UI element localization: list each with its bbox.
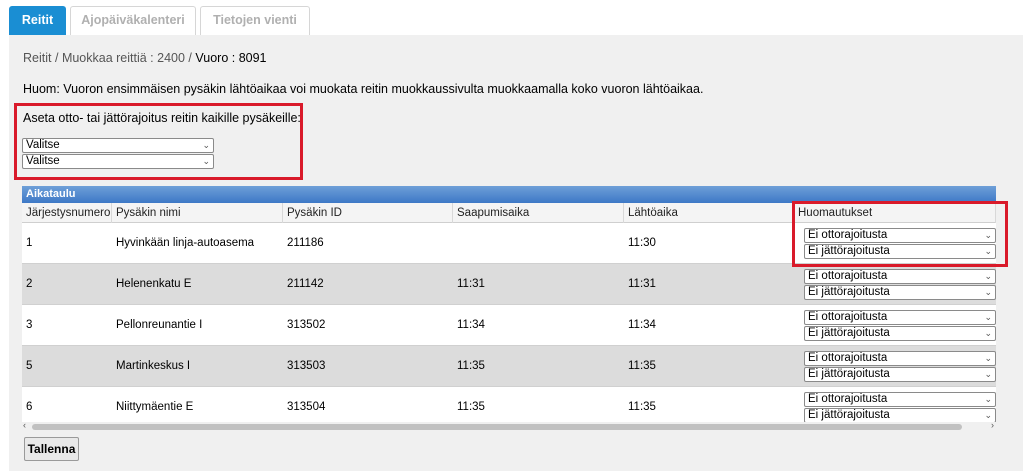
pickup-select[interactable]: Ei ottorajoitusta ⌄	[804, 269, 996, 284]
dropoff-select[interactable]: Ei jättörajoitusta ⌄	[804, 285, 996, 300]
chevron-right-icon[interactable]: ›	[991, 420, 994, 430]
table-row: 3 Pellonreunantie I 313502 11:34 11:34 E…	[22, 305, 996, 346]
cell-departure: 11:35	[628, 360, 656, 372]
header-stop-id[interactable]: Pysäkin ID	[283, 203, 453, 223]
chevron-down-icon: ⌄	[984, 394, 992, 404]
save-button[interactable]: Tallenna	[24, 437, 79, 461]
pickup-select[interactable]: Ei ottorajoitusta ⌄	[804, 310, 996, 325]
chevron-down-icon: ⌄	[984, 369, 992, 379]
cell-arrival	[453, 223, 624, 264]
select-value: Valitse	[26, 139, 60, 151]
cell-departure: 11:34	[628, 319, 656, 331]
chevron-down-icon: ⌄	[984, 271, 992, 281]
header-arrival[interactable]: Saapumisaika	[453, 203, 624, 223]
breadcrumb-separator: /	[188, 51, 192, 65]
chevron-down-icon: ⌄	[984, 353, 992, 363]
dropoff-restriction-select[interactable]: Valitse ⌄	[22, 154, 214, 169]
cell-sequence: 2	[26, 278, 33, 290]
cell-departure: 11:30	[628, 237, 656, 249]
cell-arrival: 11:35	[457, 360, 485, 372]
chevron-down-icon: ⌄	[984, 287, 992, 297]
cell-stop-name: Martinkeskus I	[116, 360, 191, 372]
cell-stop-name: Hyvinkään linja-autoasema	[116, 237, 255, 249]
cell-departure: 11:31	[628, 278, 656, 290]
select-value: Ei jättörajoitusta	[808, 409, 890, 421]
select-value: Ei ottorajoitusta	[808, 270, 888, 282]
cell-sequence: 5	[26, 360, 33, 372]
select-value: Ei ottorajoitusta	[808, 393, 888, 405]
table-row: 5 Martinkeskus I 313503 11:35 11:35 Ei o…	[22, 346, 996, 387]
select-value: Ei jättörajoitusta	[808, 368, 890, 380]
cell-sequence: 6	[26, 401, 33, 413]
pickup-select[interactable]: Ei ottorajoitusta ⌄	[804, 351, 996, 366]
header-stop-name[interactable]: Pysäkin nimi	[112, 203, 283, 223]
breadcrumb-separator: /	[54, 51, 59, 65]
highlight-box-remarks	[792, 201, 1008, 267]
scrollbar-thumb[interactable]	[32, 424, 962, 430]
dropoff-select[interactable]: Ei jättörajoitusta ⌄	[804, 408, 996, 422]
select-value: Valitse	[26, 155, 60, 167]
cell-arrival: 11:35	[457, 401, 485, 413]
dropoff-select[interactable]: Ei jättörajoitusta ⌄	[804, 367, 996, 382]
cell-sequence: 3	[26, 319, 33, 331]
chevron-down-icon: ⌄	[202, 156, 210, 166]
select-value: Ei ottorajoitusta	[808, 311, 888, 323]
cell-departure: 11:35	[628, 401, 656, 413]
table-row: 6 Niittymäentie E 313504 11:35 11:35 Ei …	[22, 387, 996, 422]
pickup-select[interactable]: Ei ottorajoitusta ⌄	[804, 392, 996, 407]
pickup-restriction-select[interactable]: Valitse ⌄	[22, 138, 214, 153]
chevron-down-icon: ⌄	[202, 140, 210, 150]
breadcrumb-edit-link[interactable]: Muokkaa reittiä : 2400	[62, 51, 185, 65]
select-value: Ei jättörajoitusta	[808, 286, 890, 298]
cell-stop-id: 313504	[287, 401, 326, 413]
cell-arrival: 11:31	[457, 278, 485, 290]
tab-tietojen-vienti[interactable]: Tietojen vienti	[200, 6, 310, 35]
cell-arrival: 11:34	[457, 319, 485, 331]
cell-stop-name: Niittymäentie E	[116, 401, 194, 413]
chevron-down-icon: ⌄	[984, 328, 992, 338]
header-departure[interactable]: Lähtöaika	[624, 203, 794, 223]
cell-stop-id: 313502	[287, 319, 326, 331]
chevron-left-icon[interactable]: ‹	[23, 420, 26, 430]
info-note: Huom: Vuoron ensimmäisen pysäkin lähtöai…	[23, 82, 704, 96]
breadcrumb: Reitit / Muokkaa reittiä : 2400 / Vuoro …	[23, 51, 267, 65]
breadcrumb-root-link[interactable]: Reitit	[23, 51, 51, 65]
cell-stop-id: 211186	[287, 237, 324, 249]
select-value: Ei ottorajoitusta	[808, 352, 888, 364]
restriction-label: Aseta otto- tai jättörajoitus reitin kai…	[23, 111, 301, 125]
cell-stop-name: Pellonreunantie I	[116, 319, 203, 331]
tab-bar: Reitit Ajopäiväkalenteri Tietojen vienti	[0, 0, 1023, 35]
tab-ajopaivakalenteri[interactable]: Ajopäiväkalenteri	[70, 6, 196, 35]
cell-stop-name: Helenenkatu E	[116, 278, 192, 290]
cell-stop-id: 211142	[287, 278, 324, 290]
select-value: Ei jättörajoitusta	[808, 327, 890, 339]
cell-stop-id: 313503	[287, 360, 326, 372]
dropoff-select[interactable]: Ei jättörajoitusta ⌄	[804, 326, 996, 341]
horizontal-scrollbar[interactable]: ‹ ›	[22, 420, 996, 432]
breadcrumb-current: Vuoro : 8091	[195, 51, 267, 65]
tab-reitit[interactable]: Reitit	[9, 6, 66, 35]
table-row: 2 Helenenkatu E 211142 11:31 11:31 Ei ot…	[22, 264, 996, 305]
header-sequence[interactable]: Järjestysnumero	[22, 203, 112, 223]
chevron-down-icon: ⌄	[984, 312, 992, 322]
cell-sequence: 1	[26, 237, 33, 249]
